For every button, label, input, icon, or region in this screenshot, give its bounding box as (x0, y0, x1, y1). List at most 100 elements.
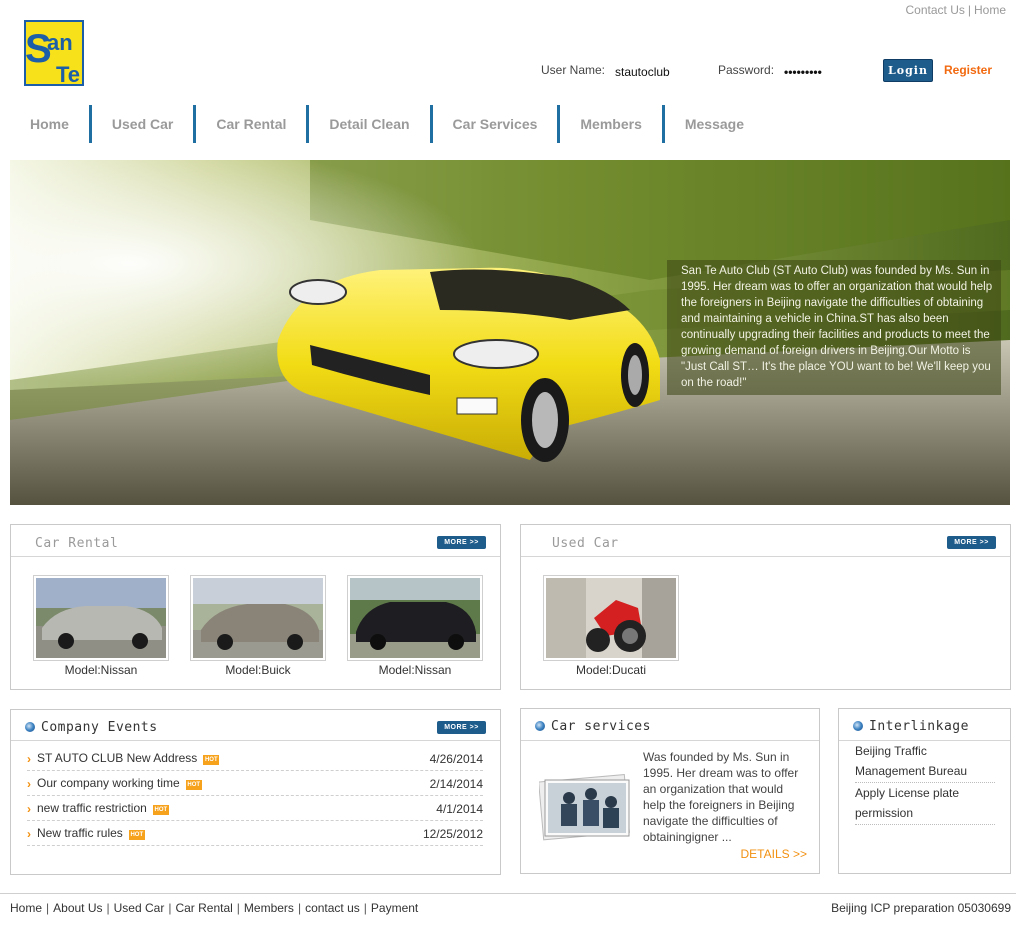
company-events-more-button[interactable]: MORE >> (437, 721, 486, 734)
car-rental-caption: Model:Nissan (64, 663, 138, 677)
nav-item-home[interactable]: Home (10, 105, 89, 143)
interlinkage-panel: Interlinkage Beijing Traffic Management … (838, 708, 1011, 874)
footer-link-home[interactable]: Home (10, 901, 42, 915)
interlinkage-header: Interlinkage (839, 709, 1010, 741)
car-rental-thumbs: Model:Nissan Model:Buick Model:Nissan (33, 575, 504, 677)
icp-text: Beijing ICP preparation 05030699 (831, 901, 1011, 915)
car-rental-caption: Model:Buick (225, 663, 291, 677)
bullet-icon (535, 721, 545, 731)
car-services-title: Car services (551, 719, 651, 734)
hot-badge: HOT (185, 780, 202, 790)
footer-link-about-us[interactable]: About Us (53, 901, 102, 915)
car-rental-caption: Model:Nissan (378, 663, 452, 677)
bullet-icon (853, 721, 863, 731)
car-rental-title: Car Rental (35, 536, 119, 551)
event-title[interactable]: Our company working time (37, 776, 180, 790)
nav-item-car-services[interactable]: Car Services (429, 105, 558, 143)
bullet-icon (25, 722, 35, 732)
footer-link-car-rental[interactable]: Car Rental (175, 901, 232, 915)
car-thumb-image (33, 575, 169, 661)
arrow-icon: › (27, 802, 31, 816)
used-car-caption: Model:Ducati (575, 663, 647, 677)
footer-link-members[interactable]: Members (244, 901, 294, 915)
footer-separator: | (297, 901, 302, 915)
car-services-header: Car services (521, 709, 819, 741)
hero-banner: San Te Auto Club (ST Auto Club) was foun… (10, 160, 1010, 505)
username-label: User Name: (541, 63, 606, 77)
car-services-details-link[interactable]: DETAILS >> (741, 847, 807, 861)
event-title[interactable]: new traffic restriction (37, 801, 147, 815)
footer-links: Home | About Us | Used Car | Car Rental | Member… (10, 901, 418, 915)
hot-badge: HOT (203, 755, 220, 765)
car-rental-item[interactable]: Model:Nissan (33, 575, 169, 677)
used-car-more-button[interactable]: MORE >> (947, 536, 996, 549)
contact-us-link[interactable]: Contact Us (906, 3, 965, 17)
arrow-icon: › (27, 752, 31, 766)
top-links: Contact Us | Home (906, 3, 1007, 17)
event-date: 2/14/2014 (429, 777, 483, 791)
nav-item-message[interactable]: Message (661, 105, 764, 143)
footer-link-payment[interactable]: Payment (371, 901, 418, 915)
nav-item-car-rental[interactable]: Car Rental (193, 105, 306, 143)
logo-text-top: an (47, 30, 73, 55)
nav-item-members[interactable]: Members (557, 105, 661, 143)
main-nav: Home Used Car Car Rental Detail Clean Ca… (10, 105, 764, 143)
company-events-title: Company Events (41, 720, 158, 735)
interlinkage-link[interactable]: Beijing Traffic Management Bureau (855, 741, 995, 783)
car-services-image (538, 772, 633, 842)
login-button[interactable]: Login (883, 59, 933, 82)
used-car-item[interactable]: Model:Ducati (543, 575, 679, 677)
username-field[interactable]: stautoclub (615, 65, 670, 79)
company-events-header: Company Events MORE >> (11, 710, 500, 741)
event-date: 4/1/2014 (436, 802, 483, 816)
used-car-thumbs: Model:Ducati (543, 575, 700, 677)
footer-separator: | (46, 901, 50, 915)
interlinkage-link[interactable]: Apply License plate permission (855, 783, 995, 825)
home-link[interactable]: Home (974, 3, 1006, 17)
car-thumb-image (190, 575, 326, 661)
used-car-title: Used Car (552, 536, 619, 551)
car-thumb-image (347, 575, 483, 661)
event-row[interactable]: › ST AUTO CLUB New Address HOT 4/26/2014 (27, 746, 483, 771)
password-label: Password: (718, 63, 775, 77)
footer-separator: | (236, 901, 240, 915)
company-events-panel: Company Events MORE >> › ST AUTO CLUB Ne… (10, 709, 501, 875)
car-rental-item[interactable]: Model:Buick (190, 575, 326, 677)
used-car-header: Used Car MORE >> (521, 525, 1010, 557)
logo-text-bottom: Te (56, 62, 80, 86)
footer-separator: | (168, 901, 172, 915)
nav-item-detail-clean[interactable]: Detail Clean (306, 105, 429, 143)
car-services-panel: Car services Was founded by Ms. Sun in 1… (520, 708, 820, 874)
car-rental-more-button[interactable]: MORE >> (437, 536, 486, 549)
interlinkage-title: Interlinkage (869, 719, 969, 734)
event-row[interactable]: › Our company working time HOT 2/14/2014 (27, 771, 483, 796)
hot-badge: HOT (128, 830, 145, 840)
password-field[interactable]: ••••••••• (784, 65, 822, 79)
car-rental-header: Car Rental MORE >> (11, 525, 500, 557)
footer-divider (0, 893, 1016, 894)
car-services-text: Was founded by Ms. Sun in 1995. Her drea… (643, 750, 799, 844)
top-links-separator: | (967, 3, 971, 17)
register-link[interactable]: Register (944, 63, 992, 77)
event-date: 4/26/2014 (429, 752, 483, 766)
nav-item-used-car[interactable]: Used Car (88, 105, 193, 143)
footer-separator: | (363, 901, 367, 915)
car-rental-panel: Car Rental MORE >> Model:Nissan Model:Bu… (10, 524, 501, 690)
event-title[interactable]: New traffic rules (37, 826, 123, 840)
arrow-icon: › (27, 777, 31, 791)
bike-thumb-image (543, 575, 679, 661)
car-rental-item[interactable]: Model:Nissan (347, 575, 483, 677)
logo[interactable]: S an Te (24, 20, 84, 87)
login-form: User Name: stautoclub Password: ••••••••… (541, 59, 1011, 86)
used-car-panel: Used Car MORE >> Model:Ducati (520, 524, 1011, 690)
interlinkage-list: Beijing Traffic Management Bureau Apply … (855, 741, 995, 825)
event-row[interactable]: › New traffic rules HOT 12/25/2012 (27, 821, 483, 846)
event-title[interactable]: ST AUTO CLUB New Address (37, 751, 197, 765)
hot-badge: HOT (152, 805, 169, 815)
event-date: 12/25/2012 (422, 827, 483, 841)
events-list: › ST AUTO CLUB New Address HOT 4/26/2014 … (27, 746, 483, 846)
logo-image: S an Te (24, 20, 84, 87)
event-row[interactable]: › new traffic restriction HOT 4/1/2014 (27, 796, 483, 821)
footer-link-used-car[interactable]: Used Car (114, 901, 165, 915)
footer-link-contact-us[interactable]: contact us (305, 901, 360, 915)
